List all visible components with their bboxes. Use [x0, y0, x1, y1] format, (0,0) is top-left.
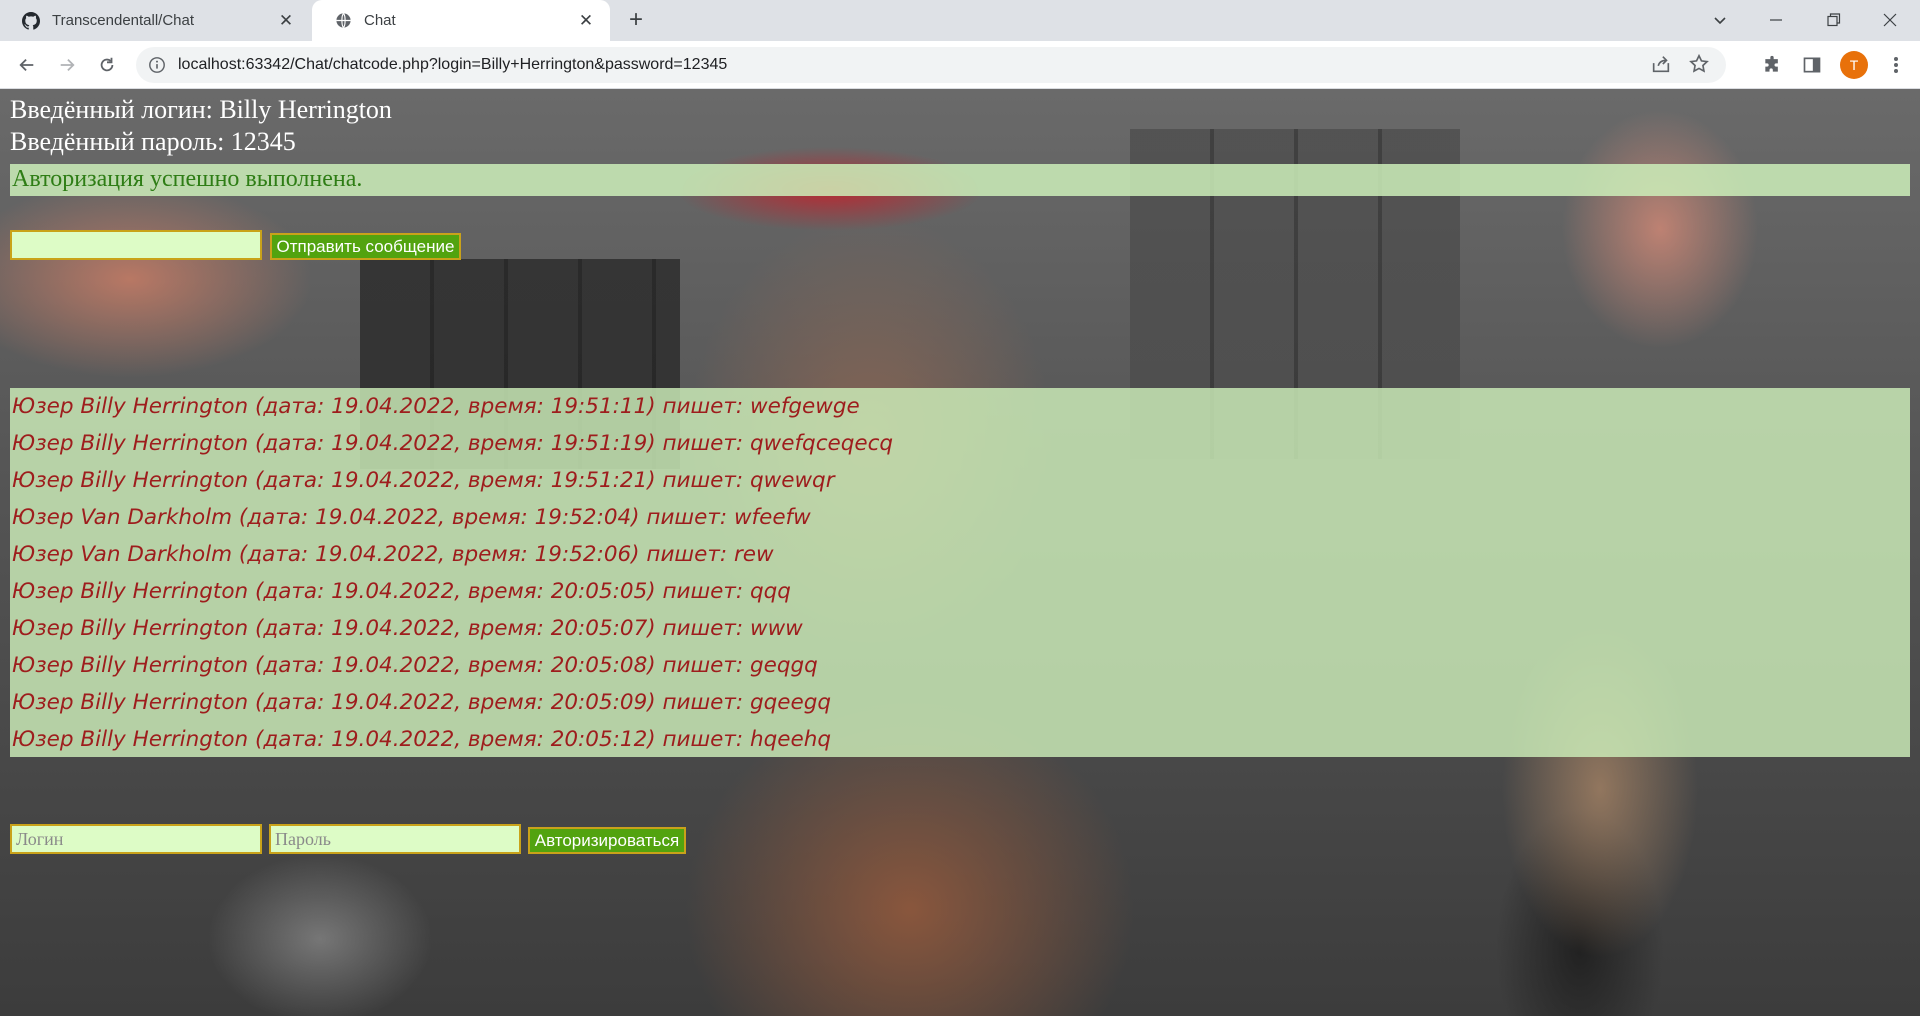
reload-icon[interactable]	[91, 49, 123, 81]
authorize-button[interactable]: Авторизироваться	[528, 827, 686, 854]
address-bar[interactable]: localhost:63342/Chat/chatcode.php?login=…	[136, 47, 1726, 83]
tab-search-chevron-icon[interactable]	[1700, 4, 1740, 36]
entered-password-text: Введённый пароль: 12345	[10, 127, 296, 156]
share-icon[interactable]	[1650, 53, 1674, 77]
browser-toolbar: localhost:63342/Chat/chatcode.php?login=…	[0, 41, 1920, 89]
back-icon[interactable]	[11, 49, 43, 81]
message-item: Юзер Billy Herrington (дата: 19.04.2022,…	[12, 653, 818, 678]
close-window-icon[interactable]	[1870, 4, 1910, 36]
restore-icon[interactable]	[1814, 4, 1854, 36]
close-tab-icon[interactable]: ✕	[276, 11, 296, 31]
page-viewport: Введённый логин: Billy Herrington Введён…	[0, 89, 1920, 1016]
github-icon	[22, 11, 40, 30]
bookmark-star-icon[interactable]	[1688, 53, 1712, 77]
login-input[interactable]	[10, 824, 262, 854]
message-item: Юзер Van Darkholm (дата: 19.04.2022, вре…	[12, 542, 774, 567]
password-input[interactable]	[269, 824, 521, 854]
side-panel-icon[interactable]	[1796, 49, 1828, 81]
message-item: Юзер Billy Herrington (дата: 19.04.2022,…	[12, 431, 894, 456]
close-tab-icon[interactable]: ✕	[576, 11, 596, 31]
site-info-icon[interactable]	[148, 56, 166, 74]
new-tab-icon[interactable]: +	[622, 8, 650, 34]
message-item: Юзер Billy Herrington (дата: 19.04.2022,…	[12, 579, 791, 604]
entered-login-text: Введённый логин: Billy Herrington	[10, 95, 392, 124]
tab-chat[interactable]: Chat ✕	[312, 0, 610, 41]
message-input[interactable]	[10, 230, 262, 260]
address-url[interactable]: localhost:63342/Chat/chatcode.php?login=…	[178, 56, 727, 74]
forward-icon[interactable]	[51, 49, 83, 81]
globe-icon	[334, 12, 352, 30]
tab-title: Chat	[364, 12, 396, 29]
tab-strip: Transcendentall/Chat ✕ Chat ✕ +	[0, 0, 1920, 41]
message-item: Юзер Billy Herrington (дата: 19.04.2022,…	[12, 394, 860, 419]
tab-github[interactable]: Transcendentall/Chat ✕	[0, 0, 310, 41]
message-item: Юзер Billy Herrington (дата: 19.04.2022,…	[12, 727, 832, 752]
message-item: Юзер Van Darkholm (дата: 19.04.2022, вре…	[12, 505, 811, 530]
extensions-puzzle-icon[interactable]	[1756, 49, 1788, 81]
profile-avatar[interactable]: T	[1840, 51, 1868, 79]
minimize-icon[interactable]	[1756, 4, 1796, 36]
send-message-button[interactable]: Отправить сообщение	[270, 233, 461, 260]
message-item: Юзер Billy Herrington (дата: 19.04.2022,…	[12, 468, 835, 493]
tab-title: Transcendentall/Chat	[52, 12, 195, 29]
menu-kebab-icon[interactable]	[1880, 49, 1912, 81]
message-item: Юзер Billy Herrington (дата: 19.04.2022,…	[12, 616, 803, 641]
message-list: Юзер Billy Herrington (дата: 19.04.2022,…	[10, 388, 1910, 757]
auth-success-banner: Авторизация успешно выполнена.	[10, 164, 1910, 196]
message-item: Юзер Billy Herrington (дата: 19.04.2022,…	[12, 690, 832, 715]
